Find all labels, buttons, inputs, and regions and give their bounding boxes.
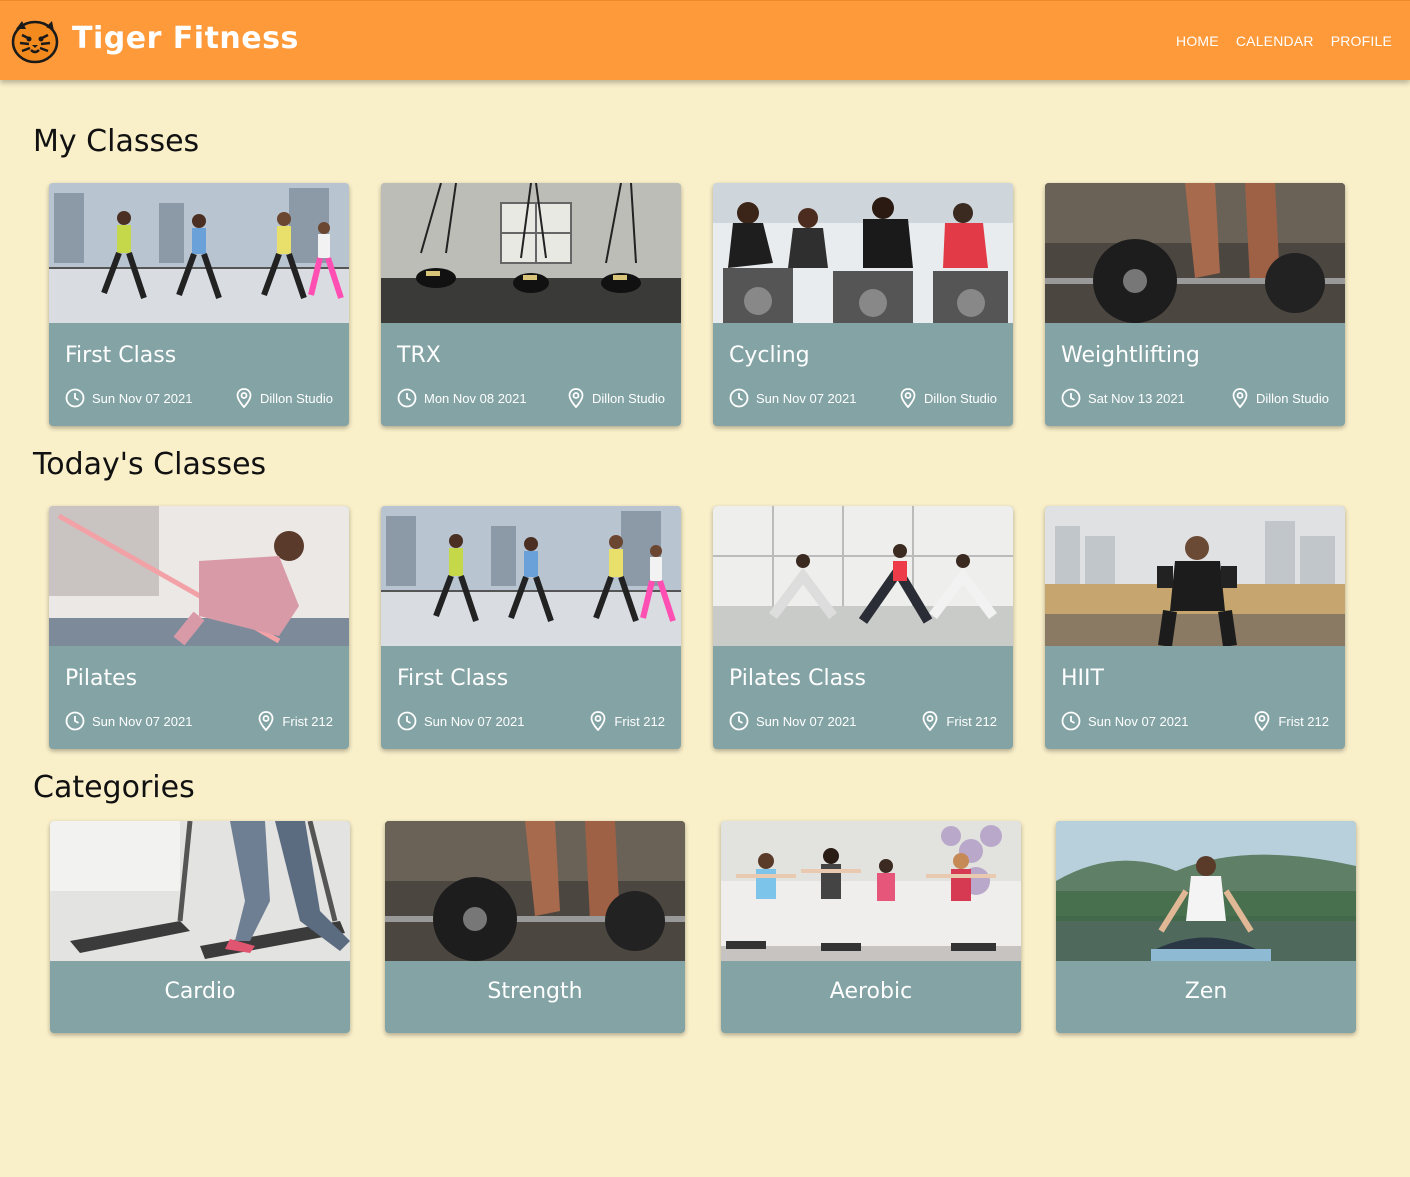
class-title: Weightlifting <box>1061 343 1200 368</box>
class-location: Frist 212 <box>282 713 333 729</box>
aerobic-class-photo <box>721 821 1021 961</box>
location-pin-icon <box>922 711 938 731</box>
dumbbell-rooftop-photo <box>1045 506 1345 646</box>
category-card-strength[interactable]: Strength <box>385 821 685 1033</box>
class-date: Sun Nov 07 2021 <box>756 713 857 729</box>
class-title: TRX <box>397 343 441 368</box>
class-title: HIIT <box>1061 666 1104 691</box>
barbell-photo <box>1045 183 1345 323</box>
class-location: Dillon Studio <box>592 390 665 406</box>
app-title[interactable]: Tiger Fitness <box>72 21 299 56</box>
top-nav: HOME CALENDAR PROFILE <box>1176 33 1392 49</box>
class-title: First Class <box>397 666 509 691</box>
clock-icon <box>65 388 85 408</box>
class-date: Sun Nov 07 2021 <box>1088 713 1189 729</box>
category-label: Aerobic <box>829 979 913 1004</box>
clock-icon <box>397 711 417 731</box>
class-location: Frist 212 <box>614 713 665 729</box>
class-card[interactable]: HIIT Sun Nov 07 2021 Frist 212 <box>1045 506 1345 749</box>
dance-class-photo <box>381 506 681 646</box>
yoga-class-photo <box>713 506 1013 646</box>
class-date: Sun Nov 07 2021 <box>92 390 193 406</box>
class-title: First Class <box>65 343 177 368</box>
clock-icon <box>65 711 85 731</box>
class-date: Sun Nov 07 2021 <box>756 390 857 406</box>
location-pin-icon <box>568 388 584 408</box>
class-date: Mon Nov 08 2021 <box>424 390 527 406</box>
category-card-zen[interactable]: Zen <box>1056 821 1356 1033</box>
location-pin-icon <box>1232 388 1248 408</box>
class-card[interactable]: Cycling Sun Nov 07 2021 Dillon Studio <box>713 183 1013 426</box>
category-label: Cardio <box>164 979 236 1004</box>
class-title: Pilates <box>65 666 138 691</box>
nav-home[interactable]: HOME <box>1176 33 1219 49</box>
dance-class-photo <box>49 183 349 323</box>
class-date: Sat Nov 13 2021 <box>1088 390 1185 406</box>
nav-profile[interactable]: PROFILE <box>1331 33 1392 49</box>
category-card-aerobic[interactable]: Aerobic <box>721 821 1021 1033</box>
clock-icon <box>729 711 749 731</box>
tiger-icon[interactable] <box>8 17 60 65</box>
treadmill-photo <box>50 821 350 961</box>
clock-icon <box>397 388 417 408</box>
class-location: Frist 212 <box>946 713 997 729</box>
top-app-bar: Tiger Fitness HOME CALENDAR PROFILE <box>0 0 1410 80</box>
category-card-cardio[interactable]: Cardio <box>50 821 350 1033</box>
class-card[interactable]: First Class Sun Nov 07 2021 Dillon Studi… <box>49 183 349 426</box>
location-pin-icon <box>236 388 252 408</box>
location-pin-icon <box>900 388 916 408</box>
clock-icon <box>1061 388 1081 408</box>
my-classes-heading: My Classes <box>33 124 200 159</box>
clock-icon <box>729 388 749 408</box>
category-label: Zen <box>1184 979 1228 1004</box>
meditation-photo <box>1056 821 1356 961</box>
categories-heading: Categories <box>33 770 195 805</box>
location-pin-icon <box>1254 711 1270 731</box>
barbell-photo <box>385 821 685 961</box>
class-location: Dillon Studio <box>924 390 997 406</box>
trx-photo <box>381 183 681 323</box>
class-date: Sun Nov 07 2021 <box>424 713 525 729</box>
clock-icon <box>1061 711 1081 731</box>
todays-classes-heading: Today's Classes <box>33 447 267 482</box>
class-date: Sun Nov 07 2021 <box>92 713 193 729</box>
location-pin-icon <box>590 711 606 731</box>
pilates-band-photo <box>49 506 349 646</box>
class-card[interactable]: First Class Sun Nov 07 2021 Frist 212 <box>381 506 681 749</box>
class-location: Frist 212 <box>1278 713 1329 729</box>
class-card[interactable]: Pilates Sun Nov 07 2021 Frist 212 <box>49 506 349 749</box>
nav-calendar[interactable]: CALENDAR <box>1236 33 1314 49</box>
category-label: Strength <box>487 979 583 1004</box>
cycling-photo <box>713 183 1013 323</box>
class-card[interactable]: TRX Mon Nov 08 2021 Dillon Studio <box>381 183 681 426</box>
class-card[interactable]: Pilates Class Sun Nov 07 2021 Frist 212 <box>713 506 1013 749</box>
class-location: Dillon Studio <box>1256 390 1329 406</box>
class-title: Cycling <box>729 343 810 368</box>
class-location: Dillon Studio <box>260 390 333 406</box>
class-title: Pilates Class <box>729 666 866 691</box>
location-pin-icon <box>258 711 274 731</box>
class-card[interactable]: Weightlifting Sat Nov 13 2021 Dillon Stu… <box>1045 183 1345 426</box>
